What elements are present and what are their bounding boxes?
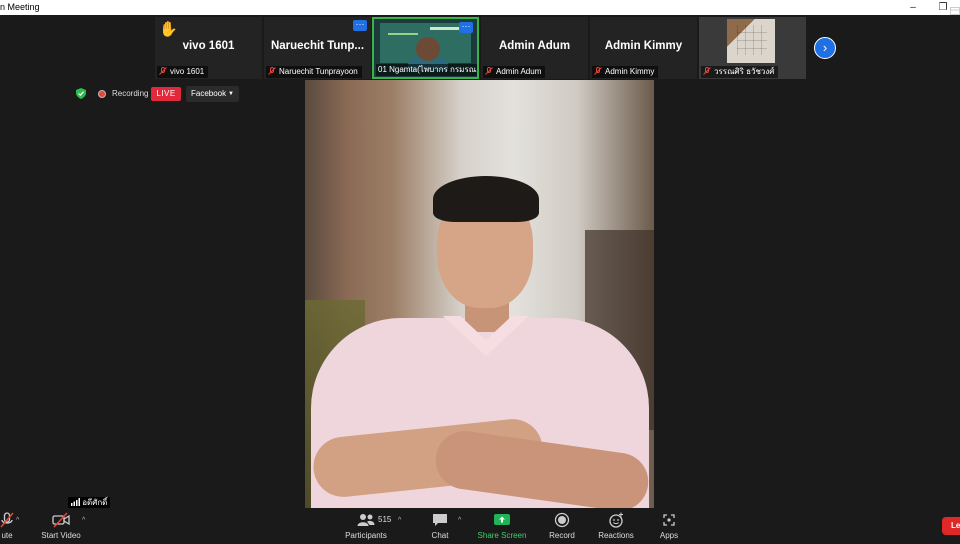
apps-button[interactable]: Apps — [656, 512, 682, 540]
mic-muted-icon — [268, 67, 276, 75]
mic-muted-icon — [594, 67, 602, 75]
meeting-toolbar: ute ^ Start Video ^ Participants 515 ^ C… — [0, 508, 960, 544]
mic-muted-icon — [485, 67, 493, 75]
minimize-button[interactable]: – — [898, 0, 928, 15]
participant-tile[interactable]: ··· Naruechit Tunp... Naruechit Tunprayo… — [264, 17, 371, 79]
mute-label: ute — [1, 531, 13, 540]
start-video-button[interactable]: Start Video — [36, 512, 86, 540]
chat-icon — [433, 514, 447, 526]
reactions-label: Reactions — [598, 531, 634, 540]
live-badge: LIVE — [151, 87, 181, 101]
participant-label: Naruechit Tunprayoon — [266, 66, 362, 78]
participant-tile[interactable]: Admin Adum Admin Adum — [481, 17, 588, 79]
stream-target-dropdown[interactable]: Facebook ▼ — [186, 86, 239, 102]
participant-tile[interactable]: Admin Kimmy Admin Kimmy — [590, 17, 697, 79]
more-options-button[interactable]: ··· — [353, 20, 367, 31]
chevron-up-icon[interactable]: ^ — [16, 517, 19, 524]
active-speaker-video — [305, 80, 654, 509]
recording-icon — [98, 90, 106, 98]
start-video-label: Start Video — [41, 531, 81, 540]
chevron-up-icon[interactable]: ^ — [82, 517, 85, 524]
leave-button[interactable]: Le — [942, 517, 960, 535]
reactions-icon — [609, 512, 623, 528]
participant-strip: ✋ vivo 1601 vivo 1601 ··· Naruechit Tunp… — [0, 17, 960, 79]
next-page-button[interactable]: › — [814, 37, 836, 59]
record-label: Record — [549, 531, 575, 540]
participant-name: Naruechit Tunp... — [270, 40, 365, 52]
self-view-label: อดีศักดิ์ — [68, 497, 111, 508]
participant-tile[interactable]: ✋ vivo 1601 vivo 1601 — [155, 17, 262, 79]
participant-label: vivo 1601 — [157, 66, 209, 78]
share-screen-label: Share Screen — [477, 531, 527, 540]
chevron-up-icon[interactable]: ^ — [458, 517, 461, 524]
video-off-icon — [52, 512, 70, 528]
participant-name: Admin Kimmy — [604, 40, 683, 52]
stream-target-label: Facebook — [191, 89, 227, 98]
reactions-button[interactable]: Reactions — [595, 512, 637, 540]
title-bar: n Meeting – ❐ — [0, 0, 960, 15]
participant-label: Admin Adum — [483, 66, 546, 78]
view-options-icon[interactable] — [950, 7, 960, 15]
participant-tile-active-speaker[interactable]: ··· 01 Ngamta(ไพบากร กรมรณ... — [372, 17, 479, 79]
participant-label: 01 Ngamta(ไพบากร กรมรณ... — [376, 64, 477, 76]
recording-status[interactable]: Recording — [112, 89, 148, 98]
chat-button[interactable]: Chat — [425, 512, 455, 540]
participant-video — [380, 23, 472, 71]
share-screen-icon — [494, 514, 510, 525]
participant-label: Admin Kimmy — [592, 66, 659, 78]
participant-photo — [727, 19, 775, 63]
raised-hand-icon: ✋ — [159, 21, 178, 38]
mic-muted-icon — [0, 512, 14, 528]
participant-tile[interactable]: วรรณศิริ ธวัชวงศ์ — [699, 17, 806, 79]
participants-count: 515 — [378, 515, 392, 524]
chevron-up-icon[interactable]: ^ — [398, 517, 401, 524]
participant-name: vivo 1601 — [182, 40, 235, 52]
record-button[interactable]: Record — [544, 512, 580, 540]
mic-muted-icon — [703, 67, 711, 75]
chat-label: Chat — [431, 531, 449, 540]
participant-name: Admin Adum — [498, 40, 571, 52]
share-screen-button[interactable]: Share Screen — [476, 512, 528, 540]
apps-icon — [663, 514, 675, 526]
shield-icon[interactable] — [76, 88, 86, 99]
participants-icon — [357, 514, 375, 526]
chevron-down-icon: ▼ — [228, 91, 234, 97]
record-icon — [554, 512, 570, 528]
apps-label: Apps — [659, 531, 679, 540]
mic-muted-icon — [159, 67, 167, 75]
participants-label: Participants — [345, 531, 387, 540]
participant-label: วรรณศิริ ธวัชวงศ์ — [701, 66, 779, 78]
window-title: n Meeting — [0, 2, 40, 12]
more-options-button[interactable]: ··· — [459, 22, 473, 33]
signal-icon — [71, 498, 80, 506]
